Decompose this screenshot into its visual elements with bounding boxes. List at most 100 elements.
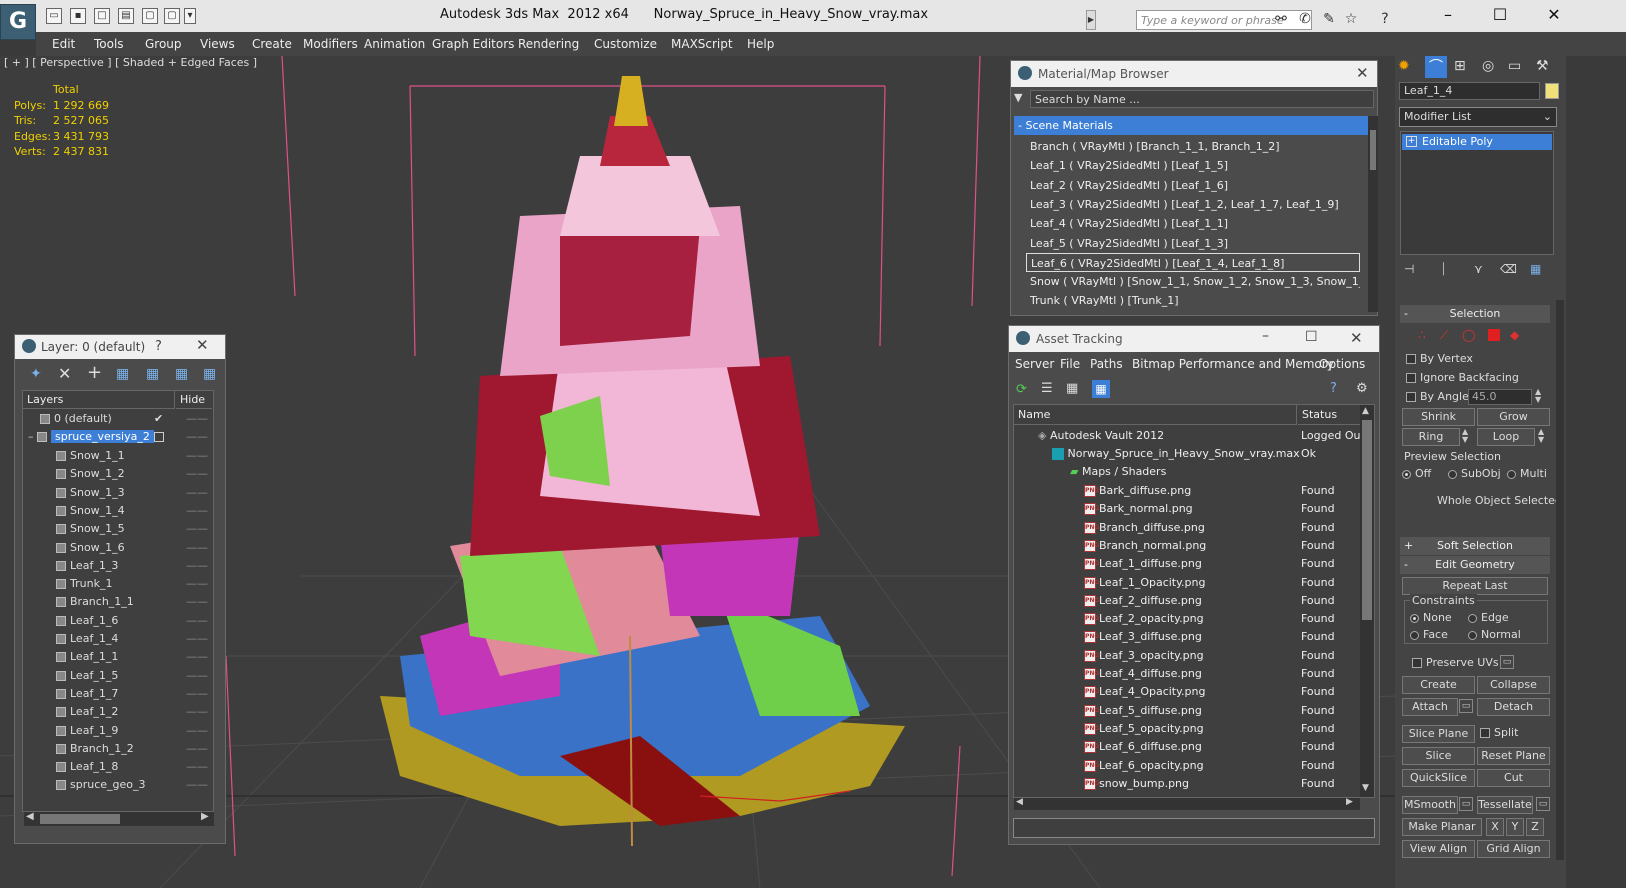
constraint-normal-radio[interactable]: Normal — [1468, 628, 1521, 641]
layer-object-row[interactable]: Snow_1_1 —— — [24, 447, 214, 465]
modifier-stack-item[interactable]: Editable Poly — [1402, 134, 1552, 150]
current-layer-box-icon[interactable] — [154, 432, 164, 442]
select-objects-icon[interactable]: ▦ — [116, 366, 129, 382]
asset-path-field[interactable] — [1013, 818, 1375, 838]
motion-tab-icon[interactable]: ◎ — [1482, 58, 1494, 74]
hierarchy-tab-icon[interactable]: ⊞ — [1454, 58, 1466, 74]
hide-toggle[interactable]: —— — [186, 740, 208, 758]
new-scene-icon[interactable]: □ — [94, 8, 110, 24]
layer-object-row[interactable]: Branch_1_2 —— — [24, 740, 214, 758]
layer-row[interactable]: – spruce_versiya_2 —— — [24, 428, 214, 446]
layer-help-icon[interactable]: ? — [155, 339, 162, 354]
collapse-button[interactable]: Collapse — [1477, 676, 1550, 694]
asset-settings-icon[interactable]: ⚙ — [1356, 381, 1368, 396]
material-item[interactable]: Branch ( VRayMtl ) [Branch_1_1, Branch_1… — [1026, 137, 1360, 156]
menu-views[interactable]: Views — [196, 32, 239, 56]
browser-options-icon[interactable]: ▼ — [1014, 91, 1022, 104]
hide-toggle[interactable]: —— — [186, 557, 208, 575]
asset-help-icon[interactable]: ? — [1330, 381, 1337, 396]
remove-modifier-icon[interactable]: ⌫ — [1500, 262, 1517, 276]
edit-geometry-rollout-header[interactable]: - Edit Geometry — [1400, 556, 1550, 574]
menu-graph-editors[interactable]: Graph Editors — [428, 32, 518, 56]
layer-object-row[interactable]: Snow_1_2 —— — [24, 465, 214, 483]
menu-group[interactable]: Group — [141, 32, 186, 56]
table-row[interactable]: PNGLeaf_3_diffuse.png Found — [1014, 628, 1360, 646]
constraint-none-radio[interactable]: None — [1410, 611, 1452, 624]
expand-icon[interactable]: + — [1406, 136, 1417, 147]
hide-toggle[interactable]: —— — [186, 722, 208, 740]
layer-object-row[interactable]: Snow_1_3 —— — [24, 484, 214, 502]
menu-create[interactable]: Create — [248, 32, 296, 56]
table-row[interactable]: PNGLeaf_2_opacity.png Found — [1014, 610, 1360, 628]
vertex-mode-icon[interactable]: ∴ — [1418, 328, 1426, 342]
asset-horizontal-scrollbar[interactable] — [1014, 798, 1360, 810]
layer-object-row[interactable]: Leaf_1_4 —— — [24, 630, 214, 648]
material-item[interactable]: Leaf_6 ( VRay2SidedMtl ) [Leaf_1_4, Leaf… — [1026, 252, 1360, 272]
soft-selection-rollout-header[interactable]: + Soft Selection — [1400, 537, 1550, 555]
ignore-backfacing-checkbox[interactable]: Ignore Backfacing — [1406, 371, 1519, 384]
layer-object-row[interactable]: Leaf_1_9 —— — [24, 722, 214, 740]
hide-toggle[interactable]: —— — [186, 758, 208, 776]
loop-spinner-icon[interactable]: ▲ ▼ — [1538, 428, 1544, 444]
quickslice-button[interactable]: QuickSlice — [1402, 769, 1475, 787]
view-align-button[interactable]: View Align — [1402, 840, 1475, 858]
scroll-right-icon[interactable]: ▶ — [201, 811, 209, 822]
ring-spinner-icon[interactable]: ▲ ▼ — [1462, 428, 1468, 444]
layer-object-row[interactable]: Leaf_1_1 —— — [24, 648, 214, 666]
cut-button[interactable]: Cut — [1477, 769, 1550, 787]
layer-object-row[interactable]: Leaf_1_7 —— — [24, 685, 214, 703]
menu-help[interactable]: Help — [743, 32, 778, 56]
table-row[interactable]: PNGBranch_normal.png Found — [1014, 537, 1360, 555]
hide-toggle[interactable]: —— — [186, 410, 208, 428]
highlight-layer-icon[interactable]: ▦ — [146, 366, 159, 382]
layer-object-row[interactable]: Snow_1_6 —— — [24, 539, 214, 557]
binoculars-icon[interactable]: ⚯ — [1272, 10, 1290, 28]
table-row[interactable]: PNGLeaf_1_Opacity.png Found — [1014, 574, 1360, 592]
menu-edit[interactable]: Edit — [48, 32, 79, 56]
preview-multi-radio[interactable]: Multi — [1507, 467, 1547, 480]
quick-access-dropdown-icon[interactable]: ▾ — [184, 8, 196, 24]
table-row[interactable]: PNGLeaf_1_diffuse.png Found — [1014, 555, 1360, 573]
open-folder-icon[interactable]: ▭ — [46, 8, 62, 24]
material-browser-close-icon[interactable]: ✕ — [1356, 64, 1369, 82]
table-view-icon[interactable]: ▦ — [1092, 380, 1110, 398]
attach-settings-icon[interactable]: ▭ — [1459, 699, 1473, 713]
scroll-up-icon[interactable]: ▲ — [1362, 406, 1369, 416]
hide-toggle[interactable]: —— — [186, 539, 208, 557]
freeze-all-icon[interactable]: ▦ — [203, 366, 216, 382]
scrollbar-thumb[interactable] — [40, 814, 120, 824]
utilities-tab-icon[interactable]: ⚒ — [1536, 58, 1549, 74]
create-tab-icon[interactable]: ✹ — [1398, 58, 1410, 74]
asset-menu-options[interactable]: Options — [1315, 352, 1369, 376]
layer-close-icon[interactable]: ✕ — [196, 336, 209, 354]
layer-object-row[interactable]: Snow_1_4 —— — [24, 502, 214, 520]
hide-toggle[interactable]: —— — [186, 502, 208, 520]
hide-toggle[interactable]: —— — [186, 593, 208, 611]
scroll-right-icon[interactable]: ▶ — [1346, 797, 1353, 807]
table-row[interactable]: PNGLeaf_4_Opacity.png Found — [1014, 683, 1360, 701]
refresh-icon[interactable]: ⟳ — [1016, 382, 1027, 397]
thumbnail-view-icon[interactable]: ▦ — [1066, 381, 1078, 396]
viewport-label[interactable]: [ + ] [ Perspective ] [ Shaded + Edged F… — [4, 56, 257, 69]
hide-toggle[interactable]: —— — [186, 703, 208, 721]
help-icon[interactable]: ? — [1376, 10, 1394, 28]
asset-menu-server[interactable]: Server — [1011, 352, 1058, 376]
make-planar-button[interactable]: Make Planar — [1402, 818, 1482, 836]
tessellate-button[interactable]: Tessellate — [1477, 796, 1533, 814]
modify-tab-icon[interactable]: ⌒ — [1425, 56, 1447, 78]
status-column-header[interactable]: Status — [1298, 405, 1360, 425]
delete-layer-icon[interactable]: ✕ — [58, 364, 71, 383]
by-vertex-checkbox[interactable]: By Vertex — [1406, 352, 1473, 365]
angle-spinner-arrows-icon[interactable]: ▲ ▼ — [1535, 388, 1541, 404]
hide-toggle[interactable]: —— — [186, 612, 208, 630]
grow-button[interactable]: Grow — [1477, 408, 1550, 426]
hide-toggle[interactable]: —— — [186, 685, 208, 703]
command-panel-scrollbar[interactable] — [1556, 300, 1564, 860]
display-tab-icon[interactable]: ▭ — [1508, 58, 1521, 74]
object-name-field[interactable]: Leaf_1_4 — [1399, 82, 1540, 100]
hide-toggle[interactable]: —— — [186, 484, 208, 502]
menu-customize[interactable]: Customize — [590, 32, 661, 56]
material-item[interactable]: Leaf_1 ( VRay2SidedMtl ) [Leaf_1_5] — [1026, 156, 1360, 175]
subscription-icon[interactable]: ✎ — [1320, 10, 1338, 28]
undo-icon[interactable]: ▢ — [142, 8, 158, 24]
